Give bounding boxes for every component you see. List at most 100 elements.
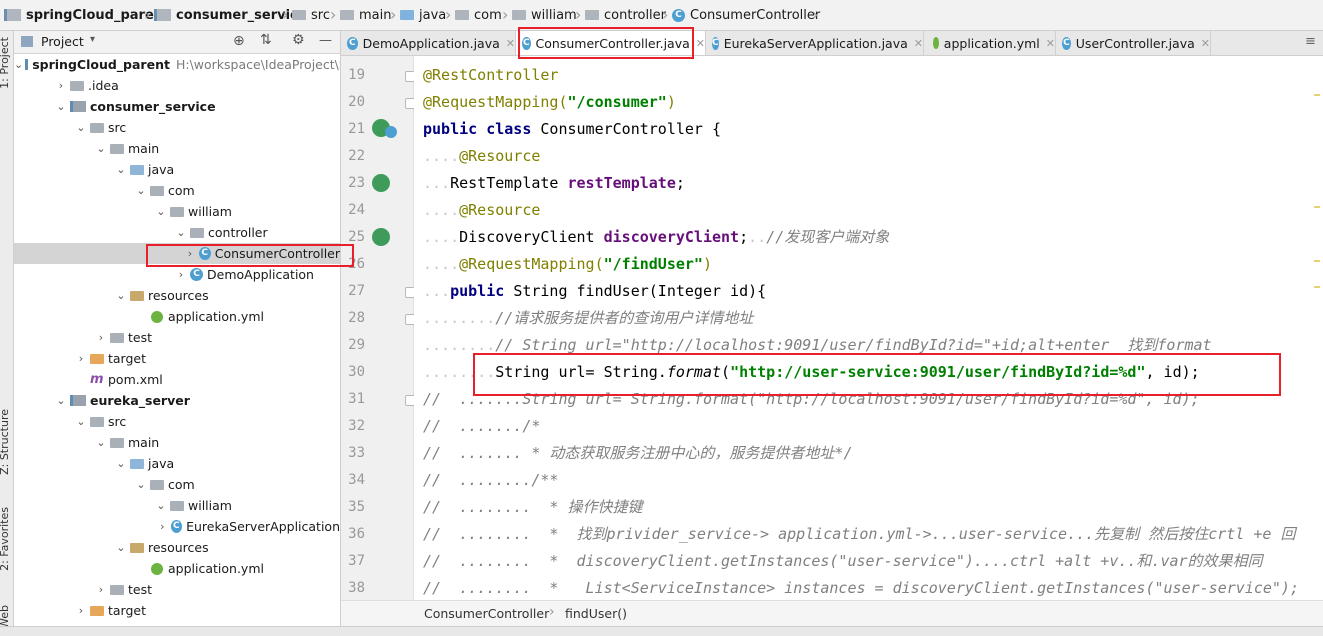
tree-item[interactable]: › target <box>14 600 340 621</box>
tab-application-yml[interactable]: application.yml ✕ <box>924 31 1056 55</box>
autowired-icon[interactable] <box>372 174 390 192</box>
code-line: // ........ * 找到privider_service-> appli… <box>423 521 1295 548</box>
breadcrumb-item-src[interactable]: src <box>292 0 330 30</box>
breadcrumb-item-java[interactable]: java <box>400 0 446 30</box>
tool-tab-favorites[interactable]: 2: Favorites <box>0 507 11 571</box>
chevron-down-icon[interactable]: ⌄ <box>54 100 68 113</box>
chevron-down-icon[interactable]: ⌄ <box>154 499 168 512</box>
chevron-down-icon[interactable]: ⌄ <box>74 121 88 134</box>
tree-item[interactable]: application.yml <box>14 306 340 327</box>
close-icon[interactable]: ✕ <box>1201 37 1210 50</box>
tree-item[interactable]: ⌄ resources <box>14 285 340 306</box>
chevron-down-icon[interactable]: ▾ <box>90 34 95 45</box>
tree-item[interactable]: ⌄ src <box>14 117 340 138</box>
editor-breadcrumb-class[interactable]: ConsumerController <box>424 606 549 621</box>
editor-breadcrumb-method[interactable]: findUser() <box>565 606 627 621</box>
chevron-right-icon: › <box>575 5 582 24</box>
chevron-right-icon[interactable]: › <box>174 268 188 281</box>
tab-user-controller[interactable]: C UserController.java ✕ <box>1056 31 1211 55</box>
chevron-down-icon[interactable]: ⌄ <box>14 58 23 71</box>
tree-item[interactable]: ⌄ consumer_service <box>14 96 340 117</box>
chevron-down-icon[interactable]: ⌄ <box>94 142 108 155</box>
chevron-down-icon[interactable]: ⌄ <box>134 184 148 197</box>
tree-item[interactable]: ⌄ java <box>14 159 340 180</box>
tree-item[interactable]: ⌄ william <box>14 495 340 516</box>
code-token: DiscoveryClient <box>459 228 604 246</box>
gear-icon[interactable]: ⚙ <box>292 32 305 48</box>
line-number: 36 <box>348 526 365 542</box>
line-number: 33 <box>348 445 365 461</box>
tree-item[interactable]: m pom.xml <box>14 369 340 390</box>
close-icon[interactable]: ✕ <box>696 37 705 50</box>
tree-item[interactable]: ⌄ springCloud_parent H:\workspace\IdeaProj… <box>14 54 340 75</box>
code-line: // ....... * 动态获取服务注册中心的，服务提供者地址*/ <box>423 440 853 467</box>
chevron-right-icon[interactable]: › <box>54 79 68 92</box>
tree-item[interactable]: › .idea <box>14 75 340 96</box>
close-icon[interactable]: ✕ <box>914 37 923 50</box>
hide-panel-icon[interactable]: — <box>319 33 332 48</box>
code-token: // ........ * discoveryClient.getInstanc… <box>423 552 1263 570</box>
tree-item[interactable]: › test <box>14 327 340 348</box>
tool-tab-structure[interactable]: Z: Structure <box>0 409 11 475</box>
chevron-right-icon[interactable]: › <box>94 331 108 344</box>
tree-item-label: resources <box>148 540 209 555</box>
warning-marker[interactable] <box>1314 260 1320 262</box>
locate-icon[interactable]: ⊕ <box>233 33 245 49</box>
chevron-down-icon[interactable]: ⌄ <box>74 415 88 428</box>
close-icon[interactable]: ✕ <box>506 37 515 50</box>
tree-item[interactable]: ⌄ main <box>14 138 340 159</box>
code-line: // ........ * 操作快捷键 <box>423 494 643 521</box>
tree-item[interactable]: ⌄ eureka_server <box>14 390 340 411</box>
tree-item[interactable]: › C DemoApplication <box>14 264 340 285</box>
tree-item[interactable]: › C EurekaServerApplication <box>14 516 340 537</box>
warning-marker[interactable] <box>1314 206 1320 208</box>
tab-list-icon[interactable]: ≡ <box>1305 34 1316 49</box>
chevron-right-icon[interactable]: › <box>74 604 88 617</box>
chevron-down-icon[interactable]: ⌄ <box>114 457 128 470</box>
project-view-selector[interactable]: Project <box>41 34 84 49</box>
collapse-all-icon[interactable]: ⇅ <box>260 32 272 48</box>
tree-item[interactable]: ⌄ java <box>14 453 340 474</box>
warning-marker[interactable] <box>1314 286 1320 288</box>
chevron-down-icon[interactable]: ⌄ <box>54 394 68 407</box>
code-line: @RequestMapping("/consumer") <box>423 89 676 116</box>
chevron-down-icon[interactable]: ⌄ <box>134 478 148 491</box>
warning-marker[interactable] <box>1314 94 1320 96</box>
close-icon[interactable]: ✕ <box>1046 37 1055 50</box>
tree-item[interactable]: ⌄ controller <box>14 222 340 243</box>
tree-item[interactable]: ⌄ com <box>14 180 340 201</box>
chevron-down-icon[interactable]: ⌄ <box>94 436 108 449</box>
breadcrumb-item-class[interactable]: C ConsumerController <box>672 0 820 30</box>
module-icon <box>4 9 21 21</box>
tab-eureka-server-application[interactable]: C EurekaServerApplication.java ✕ <box>706 31 924 55</box>
code-token: @RequestMapping( <box>423 93 568 111</box>
code-editor[interactable]: @RestController @RequestMapping("/consume… <box>414 56 1323 600</box>
chevron-right-icon[interactable]: › <box>156 520 168 533</box>
yml-icon <box>151 562 163 575</box>
module-icon <box>154 9 171 21</box>
tree-item[interactable]: application.yml <box>14 558 340 579</box>
chevron-right-icon: › <box>812 5 819 24</box>
breadcrumb-item-main[interactable]: main <box>340 0 391 30</box>
chevron-down-icon[interactable]: ⌄ <box>114 163 128 176</box>
tree-item[interactable]: › target <box>14 348 340 369</box>
breadcrumb-item-william[interactable]: william <box>512 0 577 30</box>
tree-item[interactable]: ⌄ william <box>14 201 340 222</box>
breadcrumb-item-controller[interactable]: controller <box>585 0 666 30</box>
tree-item[interactable]: ⌄ main <box>14 432 340 453</box>
chevron-down-icon[interactable]: ⌄ <box>114 541 128 554</box>
yml-icon <box>933 37 939 49</box>
chevron-right-icon[interactable]: › <box>94 583 108 596</box>
tree-item[interactable]: › test <box>14 579 340 600</box>
chevron-down-icon[interactable]: ⌄ <box>114 289 128 302</box>
autowired-icon[interactable] <box>372 228 390 246</box>
chevron-down-icon[interactable]: ⌄ <box>154 205 168 218</box>
tree-item[interactable]: ⌄ resources <box>14 537 340 558</box>
chevron-right-icon[interactable]: › <box>74 352 88 365</box>
chevron-down-icon[interactable]: ⌄ <box>174 226 188 239</box>
tab-demo-application[interactable]: C DemoApplication.java ✕ <box>341 31 516 55</box>
tool-tab-project[interactable]: 1: Project <box>0 37 11 89</box>
tree-item[interactable]: ⌄ src <box>14 411 340 432</box>
breadcrumb-item-com[interactable]: com <box>455 0 502 30</box>
tree-item[interactable]: ⌄ com <box>14 474 340 495</box>
